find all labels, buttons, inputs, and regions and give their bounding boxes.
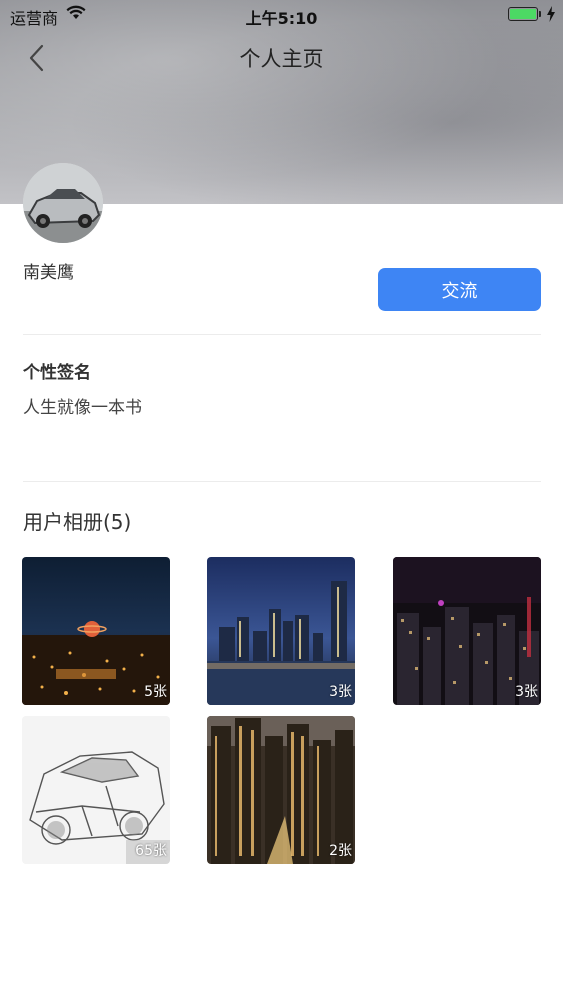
photo-count-badge: 2张 xyxy=(329,843,352,859)
page-title: 个人主页 xyxy=(239,47,324,71)
status-bar: 运营商 上午5:10 xyxy=(0,0,563,30)
album-photo[interactable]: 3张 xyxy=(207,557,355,705)
battery-icon xyxy=(508,7,538,21)
album-photo[interactable]: 65张 xyxy=(22,716,170,864)
photo-count-badge: 3张 xyxy=(329,684,352,700)
chat-button[interactable]: 交流 xyxy=(378,268,541,311)
photo-count-badge: 3张 xyxy=(515,684,538,700)
photo-count-badge: 5张 xyxy=(144,684,167,700)
album-photo[interactable]: 2张 xyxy=(207,716,355,864)
signature-text: 人生就像一本书 xyxy=(23,398,142,418)
avatar[interactable] xyxy=(23,163,103,243)
photo-count-badge: 65张 xyxy=(135,843,167,859)
username: 南美鹰 xyxy=(23,263,74,283)
divider xyxy=(23,481,541,482)
signature-heading: 个性签名 xyxy=(23,363,91,383)
charging-bolt-icon xyxy=(546,6,556,26)
battery-cap xyxy=(539,11,541,17)
album-photo[interactable]: 3张 xyxy=(393,557,541,705)
album-heading: 用户相册(5) xyxy=(23,510,132,534)
divider xyxy=(23,334,541,335)
status-time: 上午5:10 xyxy=(245,9,318,28)
album-photo[interactable]: 5张 xyxy=(22,557,170,705)
